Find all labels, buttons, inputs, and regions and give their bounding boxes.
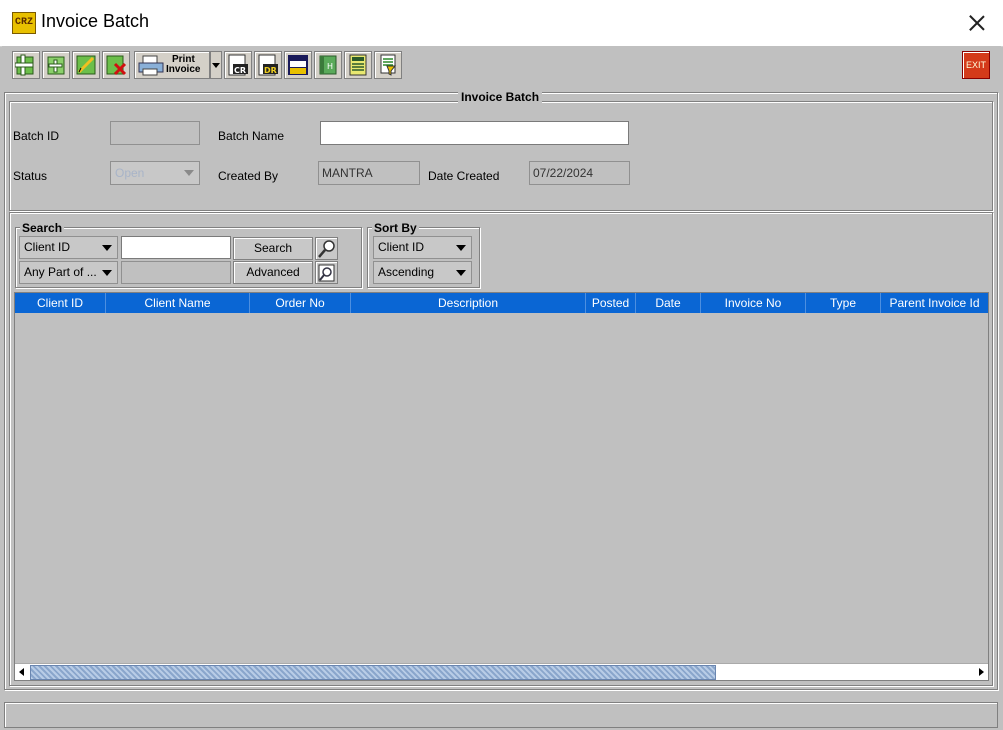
sort-order-value: Ascending <box>378 265 435 279</box>
status-label: Status <box>13 169 48 183</box>
invoice-batch-legend: Invoice Batch <box>458 90 543 104</box>
print-invoice-button[interactable]: Print Invoice <box>134 51 210 79</box>
search-icon <box>318 240 335 258</box>
title-bar: CRZ Invoice Batch <box>0 0 1003 47</box>
column-header-client-name[interactable]: Client Name <box>106 293 250 313</box>
table-header: Client ID Client Name Order No Descripti… <box>15 293 988 313</box>
sort-legend: Sort By <box>372 221 419 235</box>
chevron-down-icon <box>102 245 112 251</box>
calculator-icon <box>349 54 367 76</box>
exit-button[interactable]: EXIT <box>962 51 990 79</box>
svg-text:CR: CR <box>234 66 246 75</box>
column-header-posted[interactable]: Posted <box>586 293 636 313</box>
credit-memo-button[interactable]: CR <box>224 51 252 79</box>
search-match-value: Any Part of ... <box>24 265 97 279</box>
date-created-field: 07/22/2024 <box>529 161 630 185</box>
print-label-line2: Invoice <box>166 64 201 75</box>
search-button[interactable]: Search <box>233 237 313 260</box>
app-logo: CRZ <box>12 12 36 34</box>
search-field-select[interactable]: Client ID <box>19 236 118 259</box>
batch-id-label: Batch ID <box>13 129 60 143</box>
date-created-label: Date Created <box>428 169 500 183</box>
debit-memo-button[interactable]: DR <box>254 51 282 79</box>
add-item-button[interactable] <box>42 51 70 79</box>
chevron-down-icon <box>456 245 466 251</box>
batch-name-input[interactable] <box>320 121 629 145</box>
history-button[interactable]: H <box>314 51 342 79</box>
column-header-invoice-no[interactable]: Invoice No <box>701 293 806 313</box>
column-header-order-no[interactable]: Order No <box>250 293 351 313</box>
calculator-button[interactable] <box>344 51 372 79</box>
invoice-table: Client ID Client Name Order No Descripti… <box>14 292 989 681</box>
column-header-type[interactable]: Type <box>806 293 881 313</box>
debit-memo-icon: DR <box>258 54 278 76</box>
chevron-down-icon <box>456 270 466 276</box>
invoice-batch-panel <box>9 101 993 211</box>
print-icon <box>138 55 164 76</box>
created-by-label: Created By <box>218 169 279 183</box>
credit-memo-icon: CR <box>228 54 248 76</box>
filter-icon <box>380 54 397 76</box>
add-button[interactable] <box>12 51 40 79</box>
add-item-icon <box>47 56 65 75</box>
scroll-left-arrow-icon[interactable] <box>15 664 29 680</box>
status-select: Open <box>110 161 200 185</box>
scrollbar-thumb[interactable] <box>30 665 716 680</box>
print-dropdown-button[interactable] <box>210 51 222 79</box>
column-header-parent-invoice-id[interactable]: Parent Invoice Id <box>881 293 988 313</box>
horizontal-scrollbar[interactable] <box>15 663 988 680</box>
search-match-select[interactable]: Any Part of ... <box>19 261 118 284</box>
search-field-value: Client ID <box>24 240 71 254</box>
close-window-button[interactable] <box>962 8 992 38</box>
edit-button[interactable] <box>72 51 100 79</box>
print-invoice-label: Print Invoice <box>166 55 200 75</box>
search-magnifier-button[interactable] <box>315 237 338 260</box>
window-title: Invoice Batch <box>41 11 150 31</box>
invoice-full-credit-icon <box>288 55 308 75</box>
search-secondary-field <box>121 261 231 284</box>
column-header-description[interactable]: Description <box>351 293 586 313</box>
batch-id-field <box>110 121 200 145</box>
svg-text:DR: DR <box>264 66 277 75</box>
svg-text:H: H <box>327 62 333 71</box>
advanced-search-icon-button[interactable] <box>315 261 338 284</box>
status-bar <box>4 702 998 728</box>
advanced-search-button[interactable]: Advanced <box>233 261 313 284</box>
delete-icon <box>106 55 127 76</box>
scroll-right-arrow-icon[interactable] <box>974 664 988 680</box>
delete-button[interactable] <box>102 51 130 79</box>
sort-field-select[interactable]: Client ID <box>373 236 472 259</box>
search-legend: Search <box>20 221 65 235</box>
column-header-date[interactable]: Date <box>636 293 701 313</box>
edit-icon <box>76 55 96 75</box>
batch-name-label: Batch Name <box>218 129 285 143</box>
history-icon: H <box>319 55 337 75</box>
sort-order-select[interactable]: Ascending <box>373 261 472 284</box>
add-icon <box>15 54 34 76</box>
search-input[interactable] <box>121 236 231 259</box>
sort-field-value: Client ID <box>378 240 425 254</box>
column-header-client-id[interactable]: Client ID <box>15 293 106 313</box>
status-value: Open <box>115 166 145 180</box>
filter-button[interactable] <box>374 51 402 79</box>
chevron-down-icon <box>184 170 194 176</box>
invoice-full-credit-button[interactable] <box>284 51 312 79</box>
toolbar: Print Invoice CR DR H EXIT <box>2 46 1001 88</box>
chevron-down-icon <box>102 270 112 276</box>
created-by-field: MANTRA <box>318 161 420 185</box>
advanced-search-icon <box>318 264 335 282</box>
